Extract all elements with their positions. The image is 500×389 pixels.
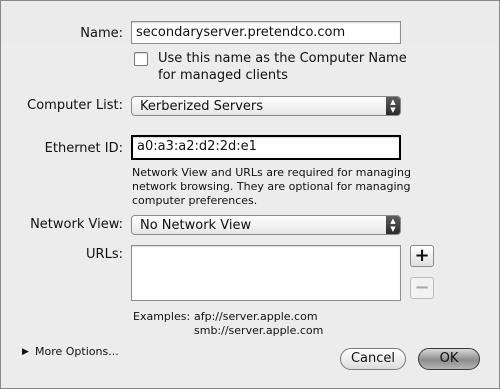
use-name-label-line2: for managed clients — [158, 68, 288, 83]
help-text-line2: network browsing. They are optional for … — [132, 180, 411, 193]
name-field[interactable]: secondaryserver.pretendco.com — [131, 21, 401, 44]
ethernet-id-field[interactable]: a0:a3:a2:d2:2d:e1 — [131, 135, 401, 160]
popup-arrows-icon: ▲ ▼ — [386, 97, 400, 115]
computer-list-value: Kerberized Servers — [140, 99, 264, 114]
popup-arrows-icon: ▲ ▼ — [386, 216, 400, 234]
disclosure-triangle-icon[interactable]: ▶ — [22, 347, 29, 357]
network-view-label: Network View: — [30, 217, 123, 232]
more-options-button[interactable]: More Options... — [35, 345, 119, 359]
add-url-button[interactable]: + — [410, 245, 434, 267]
network-view-value: No Network View — [140, 218, 252, 233]
ok-button[interactable]: OK — [418, 348, 480, 370]
use-name-label-line1: Use this name as the Computer Name — [158, 51, 407, 66]
computer-list-popup[interactable]: Kerberized Servers ▲ ▼ — [131, 96, 401, 116]
remove-url-button[interactable]: − — [410, 277, 434, 299]
ethernet-id-label: Ethernet ID: — [44, 141, 123, 156]
use-name-checkbox[interactable] — [134, 52, 148, 66]
example-smb-url: smb://server.apple.com — [194, 324, 324, 337]
examples-label: Examples: — [133, 310, 191, 323]
help-text-line1: Network View and URLs are required for m… — [132, 166, 411, 179]
cancel-button[interactable]: Cancel — [340, 348, 406, 370]
help-text-line3: computer preferences. — [132, 194, 258, 207]
computer-list-label: Computer List: — [27, 98, 123, 113]
urls-list[interactable] — [131, 245, 401, 301]
computer-settings-sheet: Name: secondaryserver.pretendco.com Use … — [0, 0, 500, 389]
urls-label: URLs: — [86, 247, 123, 262]
name-label: Name: — [80, 26, 123, 41]
example-afp-url: afp://server.apple.com — [194, 310, 318, 323]
network-view-popup[interactable]: No Network View ▲ ▼ — [131, 215, 401, 235]
